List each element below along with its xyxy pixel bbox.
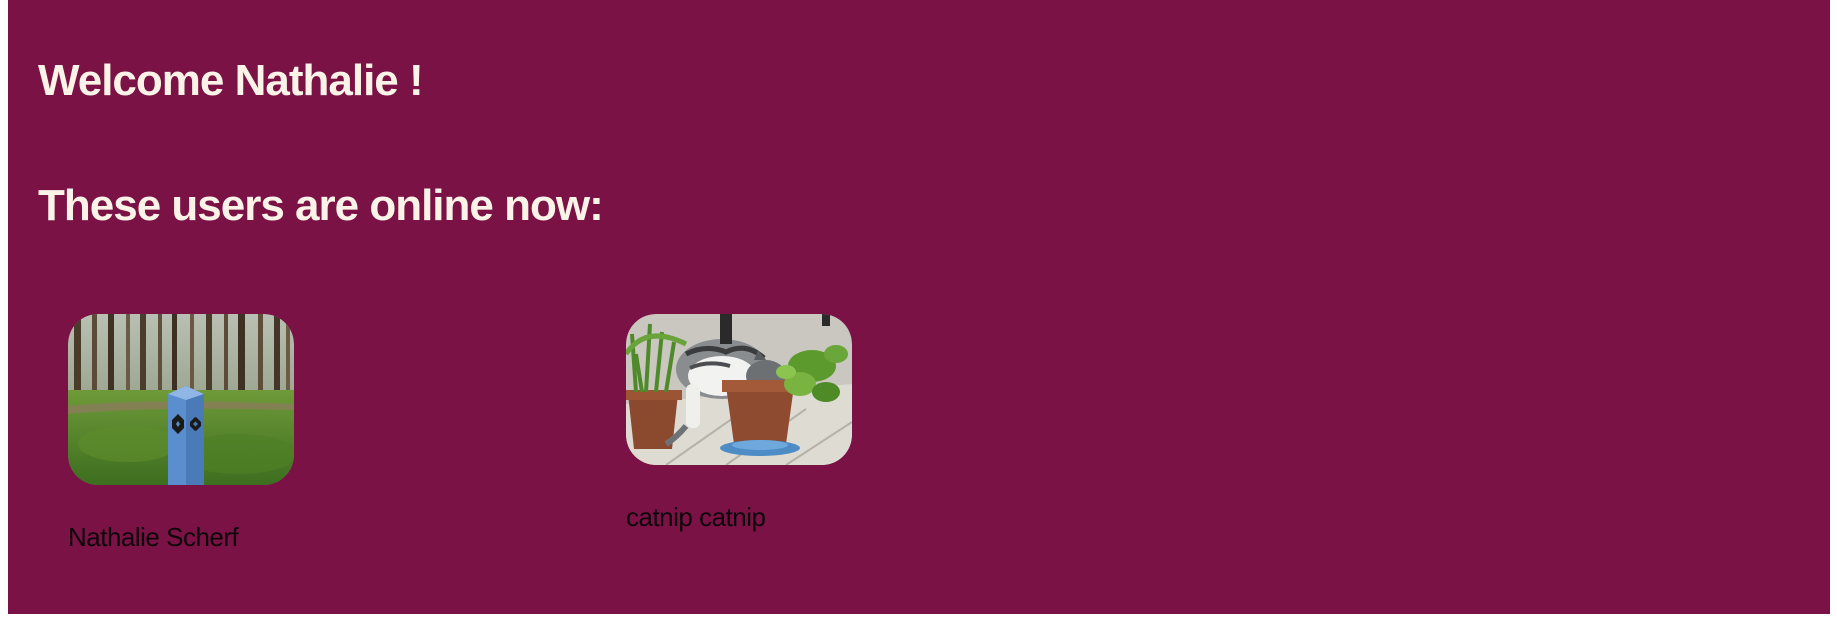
- user-name[interactable]: Nathalie Scherf: [68, 522, 239, 553]
- user-avatar-forest-post[interactable]: [68, 314, 294, 485]
- welcome-heading: Welcome Nathalie !: [38, 56, 424, 105]
- online-users-heading: These users are online now:: [38, 181, 604, 230]
- main-panel: Welcome Nathalie ! These users are onlin…: [8, 0, 1830, 614]
- user-name[interactable]: catnip catnip: [626, 502, 766, 533]
- user-avatar-cat-plant[interactable]: [626, 314, 852, 465]
- online-user-card[interactable]: Nathalie Scherf: [68, 314, 294, 552]
- online-user-card[interactable]: catnip catnip: [626, 314, 852, 532]
